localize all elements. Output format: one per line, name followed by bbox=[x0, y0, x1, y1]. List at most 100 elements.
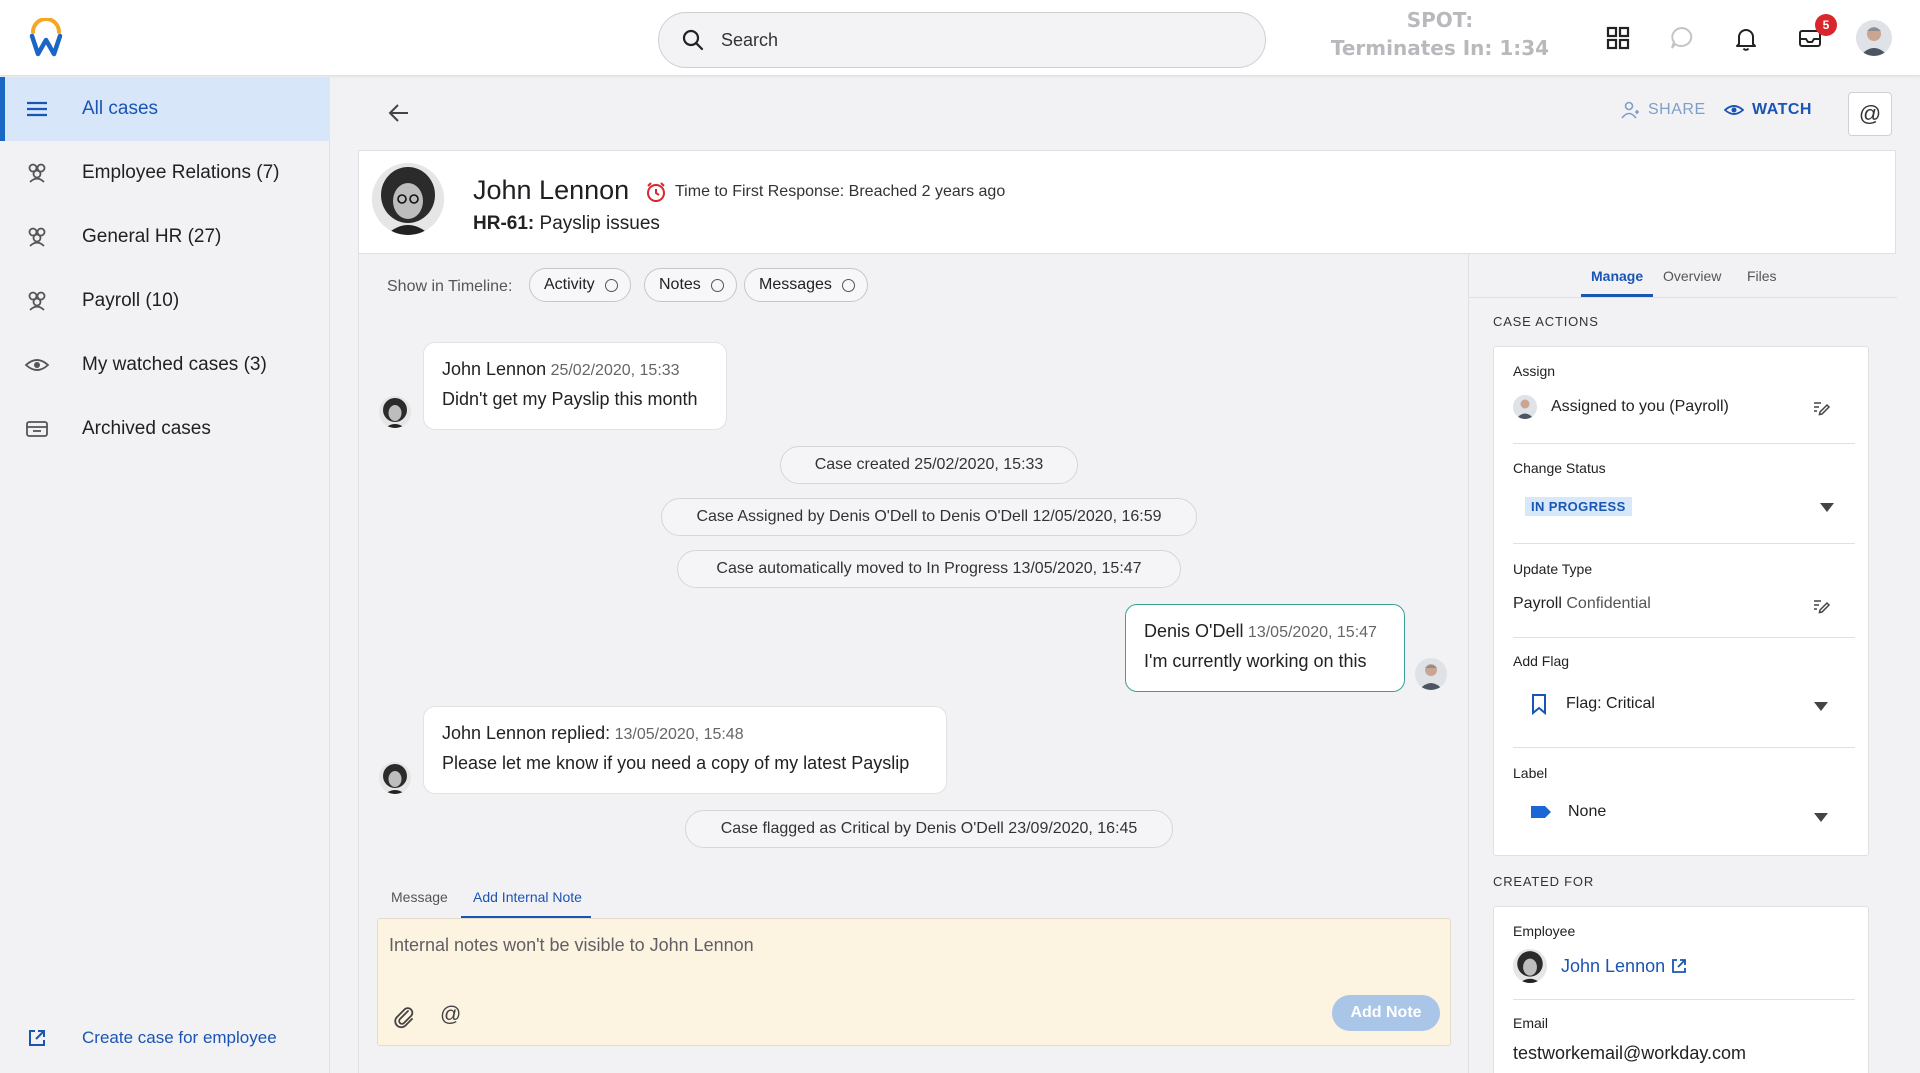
paperclip-icon[interactable] bbox=[392, 1005, 416, 1029]
spot-title: SPOT: bbox=[1406, 8, 1474, 32]
filter-messages-toggle[interactable]: Messages bbox=[744, 268, 868, 302]
update-type-field[interactable]: Payroll Confidential bbox=[1513, 595, 1651, 613]
spot-timer: SPOT: Terminates In: 1:34 bbox=[1330, 6, 1550, 62]
workday-logo-icon[interactable] bbox=[28, 18, 64, 58]
field-divider bbox=[1513, 637, 1855, 638]
person-add-icon bbox=[1621, 101, 1639, 119]
add-note-button[interactable]: Add Note bbox=[1332, 995, 1440, 1031]
create-case-link[interactable]: Create case for employee bbox=[0, 1015, 330, 1063]
search-input[interactable]: Search bbox=[658, 12, 1266, 68]
case-subject: Payslip issues bbox=[539, 213, 660, 234]
message-author: Denis O'Dell bbox=[1144, 621, 1244, 641]
label-value: None bbox=[1568, 803, 1607, 820]
update-type-value: Payroll bbox=[1513, 595, 1562, 612]
label-tag-icon bbox=[1531, 806, 1551, 818]
search-placeholder: Search bbox=[721, 29, 779, 50]
field-divider bbox=[1513, 999, 1855, 1000]
assign-label: Assign bbox=[1513, 363, 1556, 379]
alarm-clock-icon bbox=[647, 182, 665, 202]
eye-icon bbox=[24, 359, 50, 371]
assign-field[interactable]: Assigned to you (Payroll) bbox=[1513, 395, 1729, 419]
status-select[interactable]: IN PROGRESS bbox=[1525, 497, 1632, 516]
message-author: John Lennon replied: bbox=[442, 723, 611, 743]
search-icon bbox=[682, 29, 704, 51]
created-for-card: Employee John Lennon Email testworkemail… bbox=[1493, 906, 1869, 1073]
employee-field: John Lennon bbox=[1513, 949, 1687, 983]
change-status-label: Change Status bbox=[1513, 460, 1606, 476]
user-avatar[interactable] bbox=[1856, 20, 1892, 56]
notifications-bell-icon[interactable] bbox=[1732, 24, 1760, 52]
watch-label: WATCH bbox=[1752, 101, 1812, 118]
sidebar-item-label: Payroll (10) bbox=[82, 290, 180, 311]
case-employee-name: John Lennon bbox=[473, 175, 630, 205]
sidebar-item-payroll[interactable]: Payroll (10) bbox=[0, 269, 330, 333]
tab-add-internal-note[interactable]: Add Internal Note bbox=[473, 889, 582, 905]
timeline-event: Case created 25/02/2020, 15:33 bbox=[780, 446, 1078, 484]
email-value: testworkemail@workday.com bbox=[1513, 1043, 1746, 1063]
case-actions-card: Assign Assigned to you (Payroll) Change … bbox=[1493, 346, 1869, 856]
group-icon bbox=[28, 291, 46, 311]
field-divider bbox=[1513, 443, 1855, 444]
chevron-down-icon[interactable] bbox=[1820, 503, 1834, 512]
mention-button[interactable]: @ bbox=[1848, 92, 1892, 136]
message-bubble: John Lennon 25/02/2020, 15:33 Didn't get… bbox=[423, 342, 727, 430]
chevron-down-icon[interactable] bbox=[1814, 702, 1828, 711]
filter-activity-toggle[interactable]: Activity bbox=[529, 268, 631, 302]
sidebar-item-label: All cases bbox=[82, 98, 159, 119]
tab-files[interactable]: Files bbox=[1747, 268, 1777, 284]
bookmark-flag-icon bbox=[1532, 694, 1546, 715]
flag-select[interactable]: Flag: Critical bbox=[1530, 693, 1655, 715]
sidebar-item-archived-cases[interactable]: Archived cases bbox=[0, 397, 330, 461]
sidebar-item-label: Archived cases bbox=[82, 418, 211, 439]
internal-note-editor[interactable]: Internal notes won't be visible to John … bbox=[377, 918, 1451, 1046]
tab-message[interactable]: Message bbox=[391, 889, 448, 905]
archive-tray-icon bbox=[26, 421, 48, 437]
filter-label: Activity bbox=[544, 276, 595, 293]
case-id: HR-61: bbox=[473, 213, 535, 234]
filter-notes-toggle[interactable]: Notes bbox=[644, 268, 737, 302]
tab-manage[interactable]: Manage bbox=[1591, 268, 1643, 284]
employee-avatar-small bbox=[379, 396, 411, 428]
mention-at-icon[interactable]: @ bbox=[440, 1003, 461, 1027]
sla-text: Time to First Response: Breached 2 years… bbox=[675, 183, 1006, 200]
message-bubble-mine: Denis O'Dell 13/05/2020, 15:47 I'm curre… bbox=[1125, 604, 1405, 692]
message-author: John Lennon bbox=[442, 359, 547, 379]
status-badge: IN PROGRESS bbox=[1525, 497, 1632, 516]
employee-avatar bbox=[372, 163, 444, 235]
external-link-icon[interactable] bbox=[1671, 958, 1687, 974]
watch-button[interactable]: WATCH bbox=[1724, 100, 1812, 120]
eye-icon bbox=[1724, 105, 1744, 115]
list-menu-icon bbox=[27, 101, 47, 117]
employee-link[interactable]: John Lennon bbox=[1561, 956, 1665, 977]
edit-pencil-icon[interactable] bbox=[1811, 397, 1831, 417]
chevron-down-icon[interactable] bbox=[1814, 813, 1828, 822]
back-arrow-icon[interactable] bbox=[386, 100, 412, 126]
label-select[interactable]: None bbox=[1530, 803, 1606, 821]
assignee-avatar bbox=[1513, 395, 1537, 419]
assign-value: Assigned to you (Payroll) bbox=[1551, 398, 1729, 415]
field-divider bbox=[1513, 543, 1855, 544]
chat-bubble-icon[interactable] bbox=[1668, 24, 1696, 52]
sidebar-item-employee-relations[interactable]: Employee Relations (7) bbox=[0, 141, 330, 205]
employee-avatar-small bbox=[379, 762, 411, 794]
tabs-divider bbox=[1469, 297, 1897, 298]
message-text: Please let me know if you need a copy of… bbox=[442, 753, 910, 773]
label-field-label: Label bbox=[1513, 765, 1548, 781]
edit-pencil-icon[interactable] bbox=[1811, 595, 1831, 615]
note-placeholder: Internal notes won't be visible to John … bbox=[389, 935, 754, 955]
group-icon bbox=[28, 163, 46, 183]
tab-overview[interactable]: Overview bbox=[1663, 268, 1721, 284]
message-time: 13/05/2020, 15:48 bbox=[614, 726, 744, 743]
sidebar-item-all-cases[interactable]: All cases bbox=[0, 77, 330, 141]
create-case-label: Create case for employee bbox=[82, 1028, 277, 1047]
radio-circle-icon bbox=[710, 278, 724, 292]
sidebar-item-general-hr[interactable]: General HR (27) bbox=[0, 205, 330, 269]
share-button[interactable]: SHARE bbox=[1620, 100, 1706, 120]
timeline-event: Case flagged as Critical by Denis O'Dell… bbox=[685, 810, 1173, 848]
sidebar-item-watched-cases[interactable]: My watched cases (3) bbox=[0, 333, 330, 397]
employee-avatar-small bbox=[1513, 949, 1547, 983]
agent-avatar-small bbox=[1415, 658, 1447, 690]
apps-grid-icon[interactable] bbox=[1604, 24, 1632, 52]
case-actions-panel: Manage Overview Files CASE ACTIONS Assig… bbox=[1468, 254, 1897, 1073]
message-bubble: John Lennon replied: 13/05/2020, 15:48 P… bbox=[423, 706, 947, 794]
